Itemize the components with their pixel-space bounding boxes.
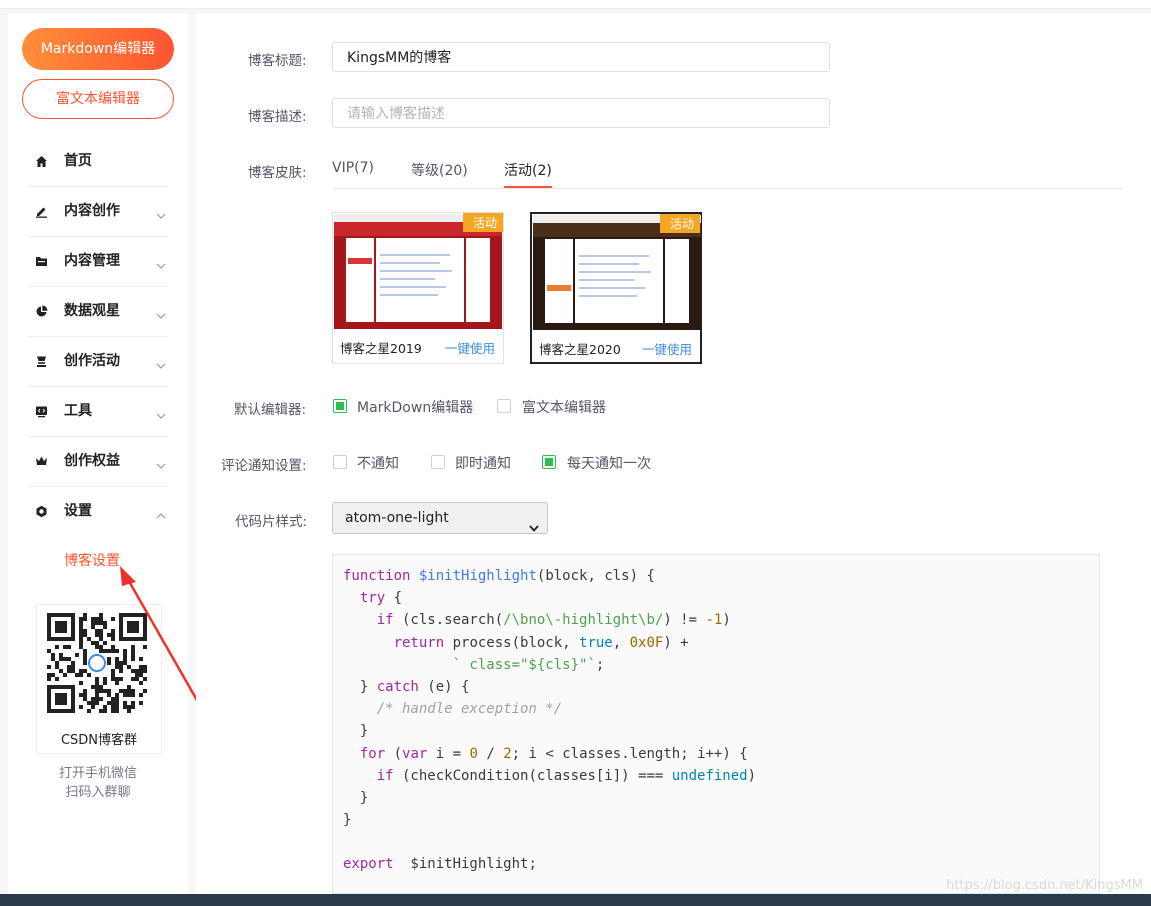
sidebar-item-activity[interactable]: 创作活动	[28, 336, 168, 387]
blog-desc-input[interactable]: 请输入博客描述	[332, 98, 830, 128]
sidebar: Markdown编辑器 富文本编辑器 首页 内容创作 内容管理 数据观星 创作活…	[8, 14, 188, 894]
sidebar-item-label: 内容创作	[64, 203, 120, 219]
skin-card[interactable]: 活动 博客之星2019 一键使用	[332, 212, 504, 364]
code-tool-icon	[34, 404, 48, 418]
code-line: for (var i = 0 / 2; i < classes.length; …	[359, 745, 748, 762]
code-line: ` class="${cls}"`;	[452, 656, 605, 673]
code-line: try {	[359, 590, 403, 607]
sidebar-item-rights[interactable]: 创作权益	[28, 436, 168, 487]
tabs-divider	[332, 188, 1123, 189]
daily-notify-checkbox[interactable]	[542, 455, 556, 469]
top-strip	[0, 0, 1151, 9]
skin-card-selected[interactable]: 活动 博客之星2020 一键使用	[530, 212, 702, 364]
code-line: if (cls.search(/\bno\-highlight\b/) != -…	[376, 612, 731, 629]
sidebar-item-content-manage[interactable]: 内容管理	[28, 236, 168, 287]
sidebar-item-label: 工具	[64, 403, 92, 419]
comment-notify-label: 评论通知设置:	[221, 458, 307, 474]
code-style-value: atom-one-light	[345, 510, 449, 526]
daily-notify-option: 每天通知一次	[567, 456, 651, 472]
code-line: return process(block, true, 0x0F) +	[393, 634, 689, 651]
pie-chart-icon	[34, 304, 48, 318]
richtext-editor-button[interactable]: 富文本编辑器	[22, 79, 174, 119]
qr-note: 打开手机微信 扫码入群聊	[36, 764, 160, 802]
no-notify-checkbox[interactable]	[333, 455, 347, 469]
code-line: if (checkCondition(classes[i]) === undef…	[376, 767, 757, 784]
watermark: https://blog.csdn.net/KingsMM	[946, 878, 1143, 893]
folder-icon	[34, 254, 48, 268]
settings-icon	[34, 504, 48, 518]
markdown-editor-button[interactable]: Markdown编辑器	[22, 28, 174, 70]
chevron-up-icon	[156, 507, 166, 523]
blog-title-label: 博客标题:	[248, 53, 307, 69]
chevron-down-icon	[156, 257, 166, 273]
skin-name: 博客之星2019	[340, 341, 422, 356]
code-line: }	[343, 723, 369, 740]
sidebar-item-content-create[interactable]: 内容创作	[28, 186, 168, 237]
blog-skin-label: 博客皮肤:	[248, 165, 307, 181]
markdown-editor-checkbox[interactable]	[333, 399, 347, 413]
skin-tag: 活动	[659, 214, 700, 233]
qr-note-line: 扫码入群聊	[65, 785, 131, 800]
trophy-icon	[34, 354, 48, 368]
code-style-label: 代码片样式:	[235, 514, 308, 530]
code-line: }	[343, 812, 352, 829]
os-taskbar	[0, 894, 1151, 906]
chevron-down-icon	[156, 357, 166, 373]
sidebar-item-label: 内容管理	[64, 253, 120, 269]
sidebar-item-label: 首页	[64, 153, 92, 169]
default-editor-label: 默认编辑器:	[234, 402, 307, 418]
tab-activity[interactable]: 活动(2)	[504, 160, 552, 188]
sidebar-item-label: 创作权益	[64, 453, 120, 469]
code-style-preview: function $initHighlight(block, cls) { tr…	[332, 554, 1100, 894]
sidebar-item-tools[interactable]: 工具	[28, 386, 168, 437]
sidebar-item-settings[interactable]: 设置	[28, 486, 168, 536]
sidebar-item-label: 设置	[64, 503, 92, 519]
richtext-editor-option: 富文本编辑器	[522, 400, 606, 416]
code-line: export $initHighlight;	[343, 856, 537, 873]
chevron-down-icon	[156, 207, 166, 223]
code-line: function $initHighlight(block, cls) {	[343, 568, 655, 584]
no-notify-option: 不通知	[357, 456, 399, 472]
chevron-down-icon	[156, 407, 166, 423]
sidebar-item-label: 创作活动	[64, 353, 120, 369]
code-line: } catch (e) {	[343, 678, 470, 695]
code-style-select[interactable]: atom-one-light	[332, 502, 548, 534]
chevron-down-icon	[156, 457, 166, 473]
instant-notify-checkbox[interactable]	[431, 455, 445, 469]
pen-icon	[34, 204, 48, 218]
code-line: }	[343, 789, 369, 806]
chevron-down-icon	[529, 513, 539, 543]
sidebar-item-data[interactable]: 数据观星	[28, 286, 168, 337]
apply-skin-link[interactable]: 一键使用	[642, 339, 692, 358]
blog-desc-label: 博客描述:	[248, 109, 307, 125]
skin-tag: 活动	[462, 213, 503, 232]
richtext-editor-checkbox[interactable]	[497, 399, 511, 413]
instant-notify-option: 即时通知	[455, 456, 511, 472]
tab-level[interactable]: 等级(20)	[411, 160, 468, 180]
crown-icon	[34, 454, 48, 468]
qr-note-line: 打开手机微信	[58, 766, 137, 781]
settings-panel: 博客标题: KingsMM的博客 博客描述: 请输入博客描述 博客皮肤: VIP…	[196, 14, 1151, 894]
blog-title-input[interactable]: KingsMM的博客	[332, 42, 830, 72]
sidebar-item-label: 数据观星	[64, 303, 120, 319]
markdown-editor-option: MarkDown编辑器	[357, 400, 474, 416]
skin-name: 博客之星2020	[539, 342, 621, 357]
chevron-down-icon	[156, 307, 166, 323]
sidebar-item-home[interactable]: 首页	[28, 136, 168, 187]
code-line: /* handle exception */	[376, 701, 563, 718]
home-icon	[34, 154, 48, 168]
apply-skin-link[interactable]: 一键使用	[445, 338, 495, 357]
tab-vip[interactable]: VIP(7)	[332, 160, 374, 176]
